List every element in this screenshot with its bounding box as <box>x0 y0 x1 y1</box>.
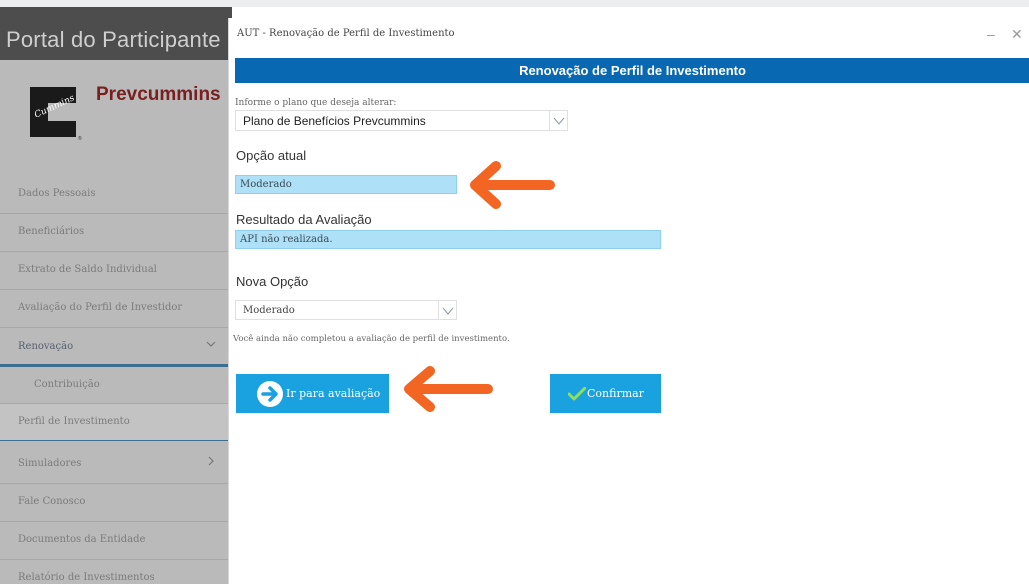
banner-title: Renovação de Perfil de Investimento <box>519 63 746 78</box>
sidebar-item-label: Contribuição <box>34 379 100 390</box>
confirm-label: Confirmar <box>587 387 644 400</box>
result-field: API não realizada. <box>235 230 661 249</box>
minimize-icon[interactable]: – <box>987 26 995 42</box>
modal-title: AUT - Renovação de Perfil de Investiment… <box>237 28 455 39</box>
sidebar-item-label: Simuladores <box>18 458 82 469</box>
new-option-heading: Nova Opção <box>236 274 309 289</box>
svg-text:®: ® <box>78 135 82 141</box>
sidebar-item-beneficiarios[interactable]: Beneficiários <box>0 213 232 251</box>
go-to-assessment-label: Ir para avaliação <box>286 387 381 400</box>
renovacao-modal: AUT - Renovação de Perfil de Investiment… <box>228 18 1029 584</box>
chevron-down-icon <box>205 338 217 353</box>
sidebar-item-renovacao[interactable]: Renovação <box>0 328 232 366</box>
brand-logo-area: Cummins ® Prevcummins <box>0 60 232 155</box>
sidebar-item-relatorio[interactable]: Relatório de Investimentos <box>0 559 232 584</box>
confirm-button[interactable]: Confirmar <box>550 374 661 413</box>
sidebar-item-label: Renovação <box>18 341 74 352</box>
incomplete-assessment-note: Você ainda não completou a avaliação de … <box>233 334 510 344</box>
sidebar-item-label: Perfil de Investimento <box>18 416 130 427</box>
current-option-field: Moderado <box>235 175 457 194</box>
brand-name: Prevcummins <box>96 84 221 105</box>
sidebar-item-simuladores[interactable]: Simuladores <box>0 445 232 483</box>
sidebar-item-extrato[interactable]: Extrato de Saldo Individual <box>0 251 232 289</box>
sidebar-item-label: Relatório de Investimentos <box>18 572 155 583</box>
browser-top-strip <box>0 0 1029 7</box>
plan-select-value: Plano de Benefícios Prevcummins <box>243 114 426 128</box>
cummins-logo-icon: Cummins ® <box>30 87 82 141</box>
sidebar-item-label: Dados Pessoais <box>18 188 96 199</box>
sidebar-item-label: Avaliação do Perfil de Investidor <box>18 302 183 313</box>
annotation-arrow-icon <box>470 161 555 209</box>
annotation-arrow-icon <box>404 366 493 412</box>
sidebar-subitem-perfil-investimento[interactable]: Perfil de Investimento <box>0 404 232 440</box>
sidebar-item-dados-pessoais[interactable]: Dados Pessoais <box>0 175 232 213</box>
current-option-heading: Opção atual <box>236 148 307 163</box>
sidebar-item-label: Documentos da Entidade <box>18 534 146 545</box>
chevron-down-icon <box>438 301 456 319</box>
arrow-right-circle-icon <box>257 381 283 407</box>
portal-header: Portal do Participante <box>0 7 232 60</box>
close-icon[interactable]: ✕ <box>1011 26 1023 43</box>
sidebar-submenu-renovacao: Contribuição Perfil de Investimento <box>0 364 232 441</box>
portal-title: Portal do Participante <box>6 27 221 52</box>
result-heading: Resultado da Avaliação <box>236 212 372 227</box>
sidebar-item-fale-conosco[interactable]: Fale Conosco <box>0 483 232 521</box>
section-banner: Renovação de Perfil de Investimento <box>235 58 1029 83</box>
sidebar-item-label: Extrato de Saldo Individual <box>18 264 157 275</box>
new-option-select[interactable]: Moderado <box>235 300 457 320</box>
sidebar-item-documentos[interactable]: Documentos da Entidade <box>0 521 232 559</box>
modal-titlebar: AUT - Renovação de Perfil de Investiment… <box>229 18 1029 55</box>
plan-select[interactable]: Plano de Benefícios Prevcummins <box>235 110 568 131</box>
sidebar-item-label: Fale Conosco <box>18 496 86 507</box>
checkmark-icon <box>568 387 586 401</box>
chevron-right-icon <box>205 455 217 470</box>
go-to-assessment-button[interactable]: Ir para avaliação <box>236 374 389 413</box>
current-option-value: Moderado <box>240 179 292 190</box>
new-option-value: Moderado <box>243 305 295 316</box>
sidebar-item-label: Beneficiários <box>18 226 85 237</box>
chevron-down-icon <box>549 111 567 130</box>
result-value: API não realizada. <box>240 234 333 245</box>
sidebar-item-avaliacao-perfil[interactable]: Avaliação do Perfil de Investidor <box>0 289 232 327</box>
portal-sidebar: Cummins ® Prevcummins Dados Pessoais Ben… <box>0 60 232 584</box>
sidebar-subitem-contribuicao[interactable]: Contribuição <box>0 367 232 403</box>
plan-field-label: Informe o plano que deseja alterar: <box>235 98 397 108</box>
